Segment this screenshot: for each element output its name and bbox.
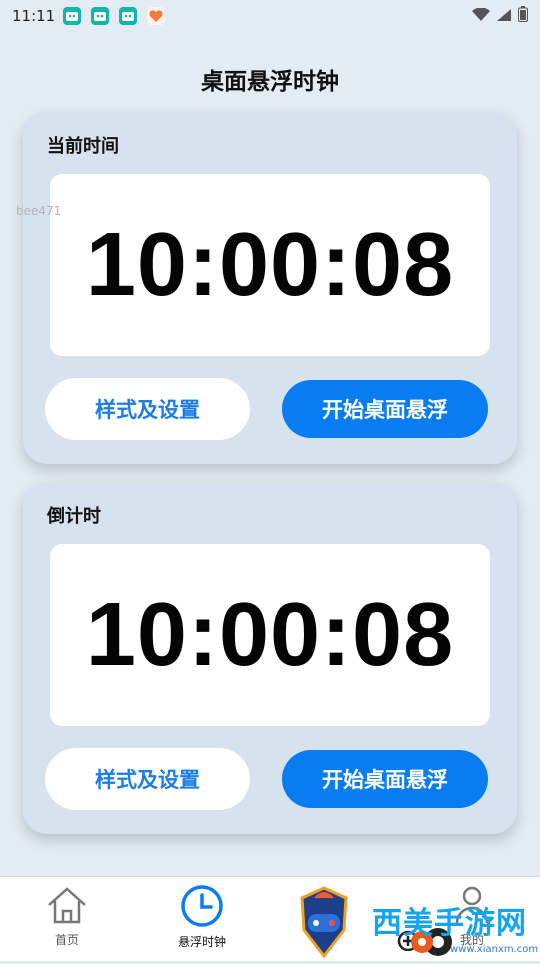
- style-settings-button[interactable]: 样式及设置: [45, 748, 250, 810]
- watermark-logo: 西美手游网 www.xianxm.com: [300, 884, 540, 960]
- app-notification-icon: [119, 7, 138, 25]
- home-icon: [45, 887, 89, 929]
- current-time-card: 当前时间 10:00:08 样式及设置 开始桌面悬浮: [23, 112, 517, 464]
- watermark-logo-url: www.xianxm.com: [450, 944, 539, 955]
- countdown-display: 10:00:08: [50, 544, 490, 726]
- card-label: 倒计时: [47, 506, 101, 527]
- clock-icon: [179, 885, 225, 931]
- watermark-logo-text: 西美手游网: [372, 906, 527, 941]
- start-float-button[interactable]: 开始桌面悬浮: [282, 750, 488, 808]
- battery-icon: [518, 6, 528, 26]
- style-settings-button[interactable]: 样式及设置: [45, 378, 250, 440]
- card-label: 当前时间: [47, 136, 119, 157]
- tab-label: 首页: [54, 933, 79, 947]
- countdown-card: 倒计时 10:00:08 样式及设置 开始桌面悬浮: [23, 482, 517, 834]
- start-float-button[interactable]: 开始桌面悬浮: [282, 380, 488, 438]
- status-icons: [472, 6, 528, 26]
- status-time: 11:11: [12, 7, 56, 25]
- tab-label: 悬浮时钟: [177, 935, 226, 949]
- current-time-display: 10:00:08: [50, 174, 490, 356]
- countdown-digits: 10:00:08: [85, 584, 455, 685]
- watermark-text: bee471: [16, 204, 62, 218]
- page-title: 桌面悬浮时钟: [201, 69, 339, 95]
- current-time-digits: 10:00:08: [85, 214, 455, 315]
- tab-float-clock[interactable]: 悬浮时钟: [152, 885, 252, 950]
- status-bar: 11:11: [0, 0, 540, 32]
- tab-home[interactable]: 首页: [17, 885, 117, 948]
- app-notification-icon: [63, 7, 82, 25]
- signal-icon: [496, 7, 512, 26]
- app-notification-icon: [91, 7, 110, 25]
- heart-app-icon: [147, 7, 166, 25]
- wifi-icon: [472, 6, 490, 26]
